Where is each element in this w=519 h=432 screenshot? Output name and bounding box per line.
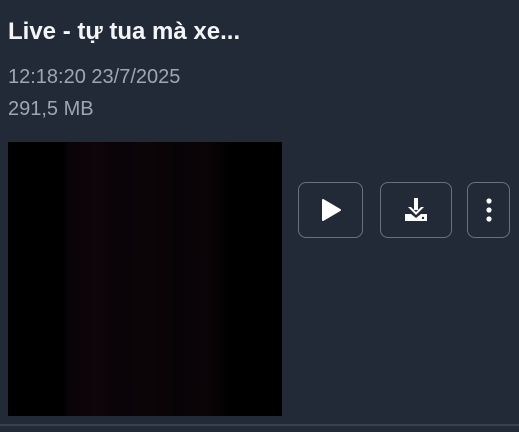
play-button[interactable] — [298, 182, 363, 238]
video-file-size: 291,5 MB — [8, 98, 94, 120]
video-thumbnail[interactable] — [8, 142, 282, 416]
download-button[interactable] — [380, 182, 452, 238]
download-icon — [403, 197, 429, 223]
video-timestamp: 12:18:20 23/7/2025 — [8, 66, 181, 88]
video-title: Live - tự tua mà xe... — [8, 18, 241, 45]
more-vertical-icon — [485, 197, 493, 223]
more-options-button[interactable] — [467, 182, 510, 238]
play-icon — [320, 198, 342, 222]
list-divider — [0, 424, 519, 426]
